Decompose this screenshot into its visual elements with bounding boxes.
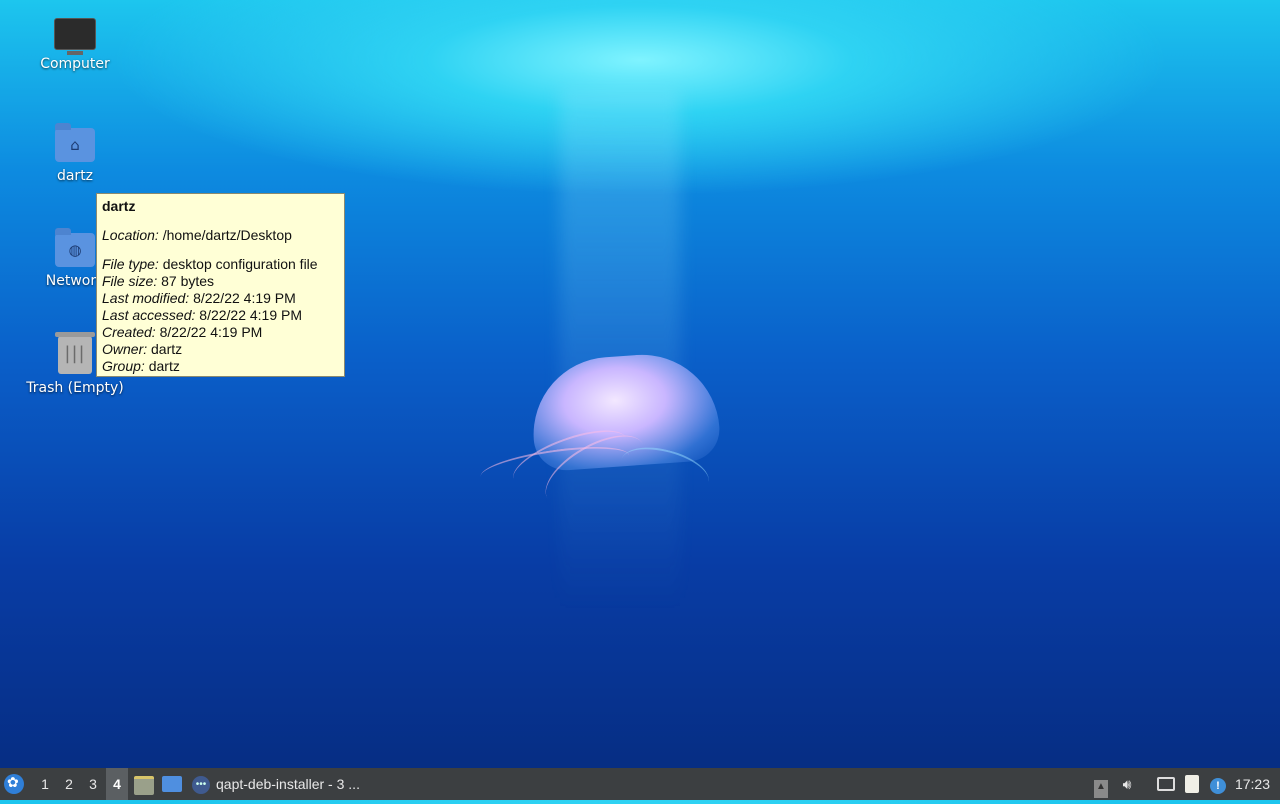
installer-icon: ••• <box>192 776 210 795</box>
network-icon <box>1157 777 1175 791</box>
computer-icon <box>54 18 96 55</box>
desktop-icon-label: Computer <box>40 56 110 72</box>
desktop-icon-home[interactable]: ⌂ dartz <box>20 123 130 184</box>
tooltip-row-owner: Owner: dartz <box>102 341 183 357</box>
file-manager-launcher[interactable] <box>134 768 156 800</box>
workspace-3[interactable]: 3 <box>82 768 104 800</box>
clipboard-icon <box>1185 775 1199 793</box>
desktop-icon-computer[interactable]: Computer <box>20 18 130 72</box>
clock[interactable]: 17:23 <box>1235 768 1270 800</box>
tooltip-row-last-accessed: Last accessed: 8/22/22 4:19 PM <box>102 307 303 323</box>
show-desktop-launcher[interactable] <box>162 768 184 800</box>
update-notifier-button[interactable]: ! <box>1205 768 1231 800</box>
volume-icon: 🔊︎ <box>1122 776 1132 792</box>
start-menu-button[interactable] <box>4 766 28 800</box>
network-folder-icon: ◍ <box>55 228 95 267</box>
eject-icon: ▲ <box>1094 780 1108 798</box>
task-label: qapt-deb-installer - 3 ... <box>216 776 360 792</box>
tooltip-row-last-modified: Last modified: 8/22/22 4:19 PM <box>102 290 296 306</box>
task-qapt-deb-installer[interactable]: ••• qapt-deb-installer - 3 ... <box>192 768 392 800</box>
volume-button[interactable]: 🔊︎ <box>1114 768 1140 800</box>
jellyfish-wallpaper <box>470 349 730 550</box>
tooltip-row-created: Created: 8/22/22 4:19 PM <box>102 324 263 340</box>
tooltip-row-file-type: File type: desktop configuration file <box>102 256 318 272</box>
home-folder-icon: ⌂ <box>55 123 95 162</box>
tooltip-row-file-size: File size: 87 bytes <box>102 273 215 289</box>
network-button[interactable] <box>1153 768 1179 800</box>
desktop-icon-label: dartz <box>56 168 94 184</box>
workspace-2[interactable]: 2 <box>58 768 80 800</box>
eject-button[interactable]: ▲ <box>1088 768 1114 800</box>
tooltip-row-location: Location: /home/dartz/Desktop <box>102 227 292 243</box>
update-notifier-icon: ! <box>1210 778 1226 794</box>
workspace-4[interactable]: 4 <box>106 768 128 800</box>
start-menu-icon <box>4 766 24 798</box>
taskbar: 1 2 3 4 •••qapt-deb-installer - 3 ... ▲ … <box>0 766 1280 800</box>
file-manager-icon <box>134 776 154 795</box>
trash-icon: ||| <box>55 332 95 374</box>
file-info-tooltip: dartz Location: /home/dartz/Desktop File… <box>96 193 345 377</box>
clipboard-button[interactable] <box>1179 768 1205 800</box>
tooltip-row-group: Group: dartz <box>102 358 180 374</box>
show-desktop-icon <box>162 776 182 792</box>
desktop-icon-label: Trash (Empty) <box>26 380 124 396</box>
tooltip-title: dartz <box>102 198 136 214</box>
workspace-1[interactable]: 1 <box>34 768 56 800</box>
